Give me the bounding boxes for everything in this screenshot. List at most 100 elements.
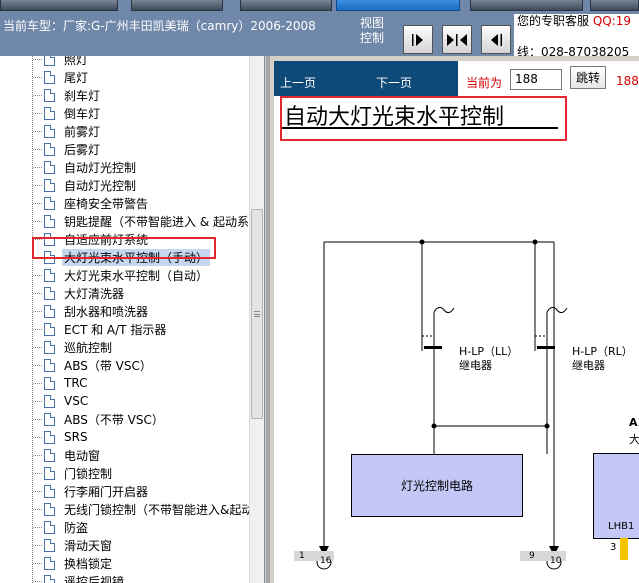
tree-item-label: 电动窗	[64, 448, 101, 463]
tree-item-label: 刮水器和喷洗器	[64, 304, 149, 319]
tree-item[interactable]: 巡航控制	[0, 338, 250, 356]
document-icon	[44, 88, 55, 102]
tree-panel: 照灯 尾灯 刹车灯 倒车灯 前雾灯 后雾灯 自动灯光控制 自动灯光控制 座椅安全带警告 钥匙提醒（…	[0, 56, 265, 583]
tree-item-label: 行李厢门开启器	[64, 484, 149, 499]
tree-item[interactable]: 换档锁定	[0, 554, 250, 572]
tree-branch-line	[33, 455, 42, 456]
tree-item[interactable]: 大灯光束水平控制（自动）	[0, 266, 250, 284]
tree-item[interactable]: SRS	[0, 428, 250, 446]
tree-item[interactable]: 自动灯光控制	[0, 176, 250, 194]
split-arrows-icon	[447, 33, 467, 46]
tree-branch-line	[33, 185, 42, 186]
relay-left-name: H-LP（LL）	[459, 345, 519, 358]
tree-item[interactable]: TRC	[0, 374, 250, 392]
tree-item[interactable]: 无线门锁控制（不带智能进入&起动系	[0, 500, 264, 518]
tree-branch-line	[33, 383, 42, 384]
tree-item[interactable]: 钥匙提醒（不带智能进入 & 起动系统	[0, 212, 261, 230]
tree-branch-line	[33, 437, 42, 438]
tree-item[interactable]: 大灯清洗器	[0, 284, 250, 302]
wiring-diagram: 自动大灯光束水平控制 H-LP（LL） 继电器 H-LP（RL） 继电器 灯光控…	[274, 96, 639, 583]
document-icon	[44, 358, 55, 372]
page-nav-bar: 上一页 下一页 当前为 188 跳转 188 /	[274, 61, 639, 96]
tree-item[interactable]: 倒车灯	[0, 104, 250, 122]
tree-item[interactable]: 门锁控制	[0, 464, 250, 482]
document-icon	[44, 70, 55, 84]
nav-links-area: 上一页 下一页	[274, 61, 458, 96]
tree-item-label: 照灯	[64, 56, 89, 67]
relay-right-label: H-LP（RL） 继电器	[572, 345, 633, 373]
tree-item[interactable]: 电动窗	[0, 446, 250, 464]
document-icon	[44, 538, 55, 552]
document-icon	[44, 322, 55, 336]
tree-item-label: 后雾灯	[64, 142, 101, 157]
scroll-thumb[interactable]	[251, 209, 263, 419]
tree-item[interactable]: 行李厢门开启器	[0, 482, 250, 500]
document-icon	[44, 142, 55, 156]
document-icon	[44, 304, 55, 318]
tree-item[interactable]: 前雾灯	[0, 122, 250, 140]
tree-item[interactable]: ABS（不带 VSC）	[0, 410, 250, 428]
tree-branch-line	[33, 275, 42, 276]
support-qq[interactable]: QQ:19	[593, 14, 631, 28]
tree-scrollbar[interactable]	[249, 56, 264, 583]
tree-item-label: TRC	[64, 376, 88, 390]
tree-item[interactable]: ECT 和 A/T 指示器	[0, 320, 250, 338]
tree-branch-line	[33, 131, 42, 132]
tree-item[interactable]: 刹车灯	[0, 86, 250, 104]
tree-item[interactable]: 座椅安全带警告	[0, 194, 250, 212]
next-page-link[interactable]: 下一页	[376, 74, 412, 91]
tree-list: 照灯 尾灯 刹车灯 倒车灯 前雾灯 后雾灯 自动灯光控制 自动灯光控制 座椅安全带警告 钥匙提醒（…	[0, 56, 264, 583]
top-button-5[interactable]	[470, 0, 583, 11]
tree-branch-line	[33, 77, 42, 78]
tree-branch-line	[33, 113, 42, 114]
top-button-1[interactable]	[0, 0, 118, 11]
tree-item[interactable]: 尾灯	[0, 68, 250, 86]
tree-item-label: 座椅安全带警告	[64, 196, 149, 211]
document-icon	[44, 430, 55, 444]
document-icon	[44, 268, 55, 282]
tree-branch-line	[33, 527, 42, 528]
grip-icon	[254, 311, 260, 317]
tree-branch-line	[33, 203, 42, 204]
tree-item[interactable]: 防盗	[0, 518, 250, 536]
current-page-label: 当前为	[466, 76, 503, 90]
view-right-button[interactable]	[403, 25, 433, 54]
tree-item[interactable]: VSC	[0, 392, 250, 410]
tree-branch-line	[33, 329, 42, 330]
tree-item-label: 防盗	[64, 520, 89, 535]
tree-branch-line	[33, 59, 42, 60]
bottom-left-pin: 16	[320, 556, 332, 566]
tree-branch-line	[33, 347, 42, 348]
tree-item-label: 前雾灯	[64, 124, 101, 139]
tree-item[interactable]: 遥控后视镜	[0, 572, 250, 583]
support-text: 您的专职客服	[517, 14, 590, 28]
tree-item-label: 门锁控制	[64, 466, 113, 481]
arrow-left-icon	[491, 33, 502, 46]
document-icon	[44, 214, 55, 228]
tree-item[interactable]: 后雾灯	[0, 140, 250, 158]
top-button-2[interactable]	[131, 0, 223, 11]
prev-page-link[interactable]: 上一页	[280, 74, 316, 91]
document-icon	[44, 574, 55, 583]
selected-item-highlight	[32, 237, 216, 259]
top-button-active[interactable]	[336, 0, 460, 11]
tree-item-label: VSC	[64, 394, 89, 408]
view-split-button[interactable]	[442, 25, 472, 54]
light-control-circuit-box: 灯光控制电路	[351, 454, 523, 517]
view-left-button[interactable]	[481, 25, 511, 54]
top-button-3[interactable]	[240, 0, 332, 11]
document-icon	[44, 340, 55, 354]
jump-button[interactable]: 跳转	[570, 66, 606, 89]
tree-item[interactable]: 刮水器和喷洗器	[0, 302, 250, 320]
document-icon	[44, 286, 55, 300]
tree-item[interactable]: ABS（带 VSC）	[0, 356, 250, 374]
top-button-6[interactable]	[590, 0, 639, 11]
page-number-input[interactable]: 188	[510, 69, 562, 90]
tree-item[interactable]: 自动灯光控制	[0, 158, 250, 176]
document-icon	[44, 502, 55, 516]
yellow-wire	[620, 538, 628, 560]
tree-branch-line	[33, 491, 42, 492]
document-icon	[44, 484, 55, 498]
tree-item[interactable]: 滑动天窗	[0, 536, 250, 554]
tree-item[interactable]: 照灯	[0, 56, 250, 68]
